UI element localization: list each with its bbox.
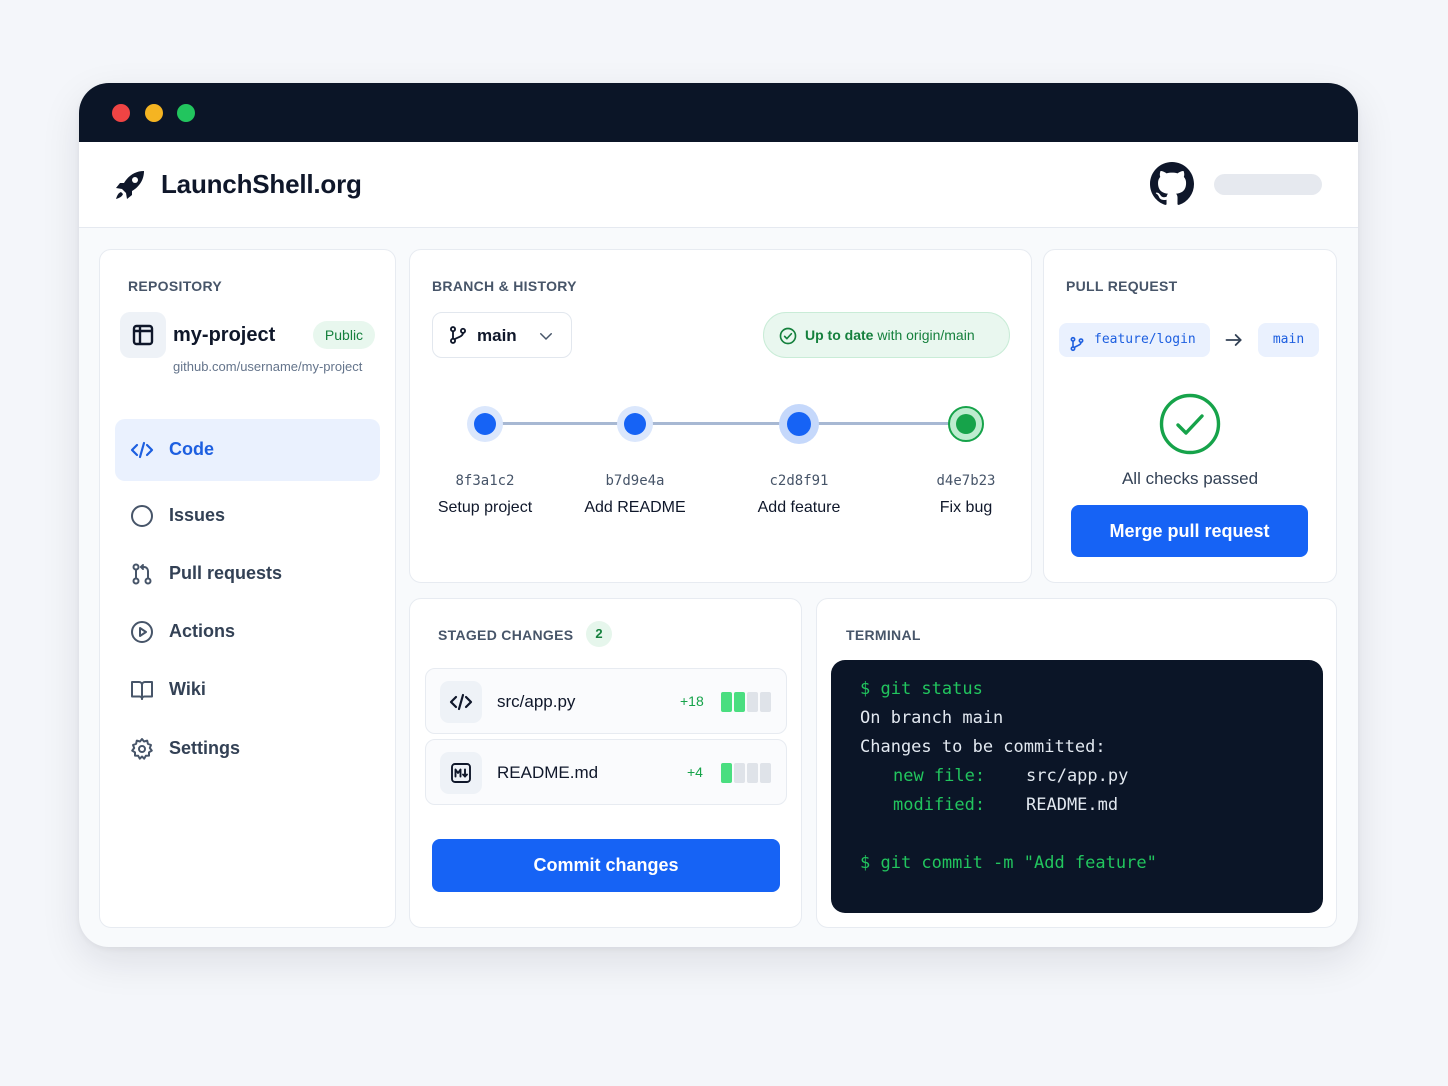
repository-url[interactable]: github.com/username/my-project (173, 359, 362, 374)
code-icon (130, 438, 154, 462)
commit-hash: 8f3a1c2 (455, 473, 515, 489)
diff-bar-added (721, 763, 732, 783)
gear-icon (130, 737, 154, 761)
staged-file-name: src/app.py (497, 692, 576, 711)
diff-bar-empty (747, 692, 758, 712)
staged-count-badge: 2 (586, 621, 612, 647)
close-window-button[interactable] (112, 104, 130, 122)
branch-section-label: BRANCH & HISTORY (432, 278, 577, 294)
staged-changes-panel: STAGED CHANGES 2 src/app.py +18 README.m… (409, 598, 802, 928)
commit-node-head[interactable] (948, 406, 984, 442)
sidebar-item-issues[interactable]: Issues (115, 485, 380, 547)
sidebar-item-label: Actions (169, 621, 236, 641)
diff-bar-empty (760, 692, 771, 712)
source-branch-chip[interactable]: feature/login (1059, 323, 1210, 357)
repository-panel: REPOSITORY my-project Public github.com/… (99, 249, 396, 928)
chevron-down-icon (537, 327, 555, 350)
terminal-file-path: README.md (1026, 795, 1119, 815)
play-circle-icon (130, 620, 154, 644)
staged-file-row[interactable]: src/app.py +18 (425, 668, 787, 734)
staged-file-delta: +4 (687, 764, 703, 780)
minimize-window-button[interactable] (145, 104, 163, 122)
staged-file-delta: +18 (680, 693, 704, 709)
pull-request-panel: PULL REQUEST feature/login main All chec… (1043, 249, 1337, 583)
sidebar-item-label: Pull requests (169, 563, 283, 583)
staged-file-name: README.md (497, 763, 599, 782)
maximize-window-button[interactable] (177, 104, 195, 122)
terminal-status-label: modified: (893, 795, 986, 815)
commit-message: Fix bug (939, 499, 993, 516)
commit-hash: b7d9e4a (605, 473, 665, 489)
sidebar-item-wiki[interactable]: Wiki (115, 659, 380, 721)
github-icon[interactable] (1150, 162, 1194, 206)
app-logo-text[interactable]: LaunchShell.org (161, 169, 362, 200)
top-bar: LaunchShell.org (79, 142, 1358, 228)
repository-name[interactable]: my-project (173, 324, 275, 347)
circle-icon (130, 504, 154, 528)
sync-status-badge: Up to date with origin/main (763, 312, 1010, 358)
staged-section-label: STAGED CHANGES (438, 627, 574, 643)
terminal-output[interactable]: $ git status On branch main Changes to b… (831, 660, 1323, 913)
visibility-badge: Public (313, 321, 375, 349)
branch-icon (448, 325, 468, 350)
sidebar-item-label: Settings (169, 738, 241, 758)
sidebar-item-label: Wiki (169, 679, 206, 699)
markdown-file-icon (440, 752, 482, 794)
commit-hash: c2d8f91 (769, 473, 829, 489)
diff-bar-empty (734, 763, 745, 783)
sync-status-text: Up to date with origin/main (805, 327, 975, 343)
branch-history-panel: BRANCH & HISTORY main Up to date with or… (409, 249, 1032, 583)
branch-icon (1069, 332, 1085, 366)
commit-changes-button[interactable]: Commit changes (432, 839, 780, 892)
sidebar-item-settings[interactable]: Settings (115, 718, 380, 780)
terminal-output-line: Changes to be committed: (860, 737, 1106, 757)
code-file-icon (440, 681, 482, 723)
target-branch-chip[interactable]: main (1258, 323, 1319, 357)
target-branch-name: main (1272, 332, 1305, 347)
sidebar-item-label: Issues (169, 505, 226, 525)
commit-node[interactable] (467, 406, 503, 442)
commit-node[interactable] (779, 404, 819, 444)
source-branch-name: feature/login (1094, 332, 1196, 347)
terminal-command: $ git commit -m "Add feature" (860, 853, 1157, 873)
sidebar-item-pull-requests[interactable]: Pull requests (115, 543, 380, 605)
app-window: LaunchShell.org REPOSITORY my-project Pu… (79, 83, 1358, 947)
current-branch: main (477, 326, 517, 345)
diff-bar-added (721, 692, 732, 712)
user-menu-placeholder[interactable] (1214, 174, 1322, 195)
pull-request-section-label: PULL REQUEST (1066, 278, 1178, 294)
terminal-panel: TERMINAL $ git status On branch main Cha… (816, 598, 1337, 928)
commit-message: Add README (584, 499, 686, 516)
staged-file-row[interactable]: README.md +4 (425, 739, 787, 805)
repository-icon (120, 312, 166, 358)
terminal-output-line: On branch main (860, 708, 1004, 728)
terminal-status-label: new file: (893, 766, 986, 786)
terminal-command: $ git status (860, 679, 983, 699)
repository-section-label: REPOSITORY (128, 278, 223, 294)
diff-bar-empty (760, 763, 771, 783)
check-circle-icon (779, 327, 797, 350)
terminal-section-label: TERMINAL (846, 627, 921, 643)
merge-pull-request-button[interactable]: Merge pull request (1071, 505, 1308, 557)
commit-node[interactable] (617, 406, 653, 442)
terminal-file-path: src/app.py (1026, 766, 1129, 786)
book-icon (130, 678, 154, 702)
sidebar-item-label: Code (169, 439, 214, 459)
sidebar-item-code[interactable]: Code (115, 419, 380, 481)
checks-status-text: All checks passed (1121, 469, 1259, 488)
sidebar-item-actions[interactable]: Actions (115, 601, 380, 663)
diff-bar-empty (747, 763, 758, 783)
arrow-right-icon (1224, 330, 1244, 355)
commit-timeline-line (485, 422, 967, 425)
commit-message: Setup project (437, 499, 533, 516)
commit-hash: d4e7b23 (936, 473, 996, 489)
diff-bar-added (734, 692, 745, 712)
commit-message: Add feature (757, 499, 841, 516)
pull-request-icon (130, 562, 154, 586)
rocket-icon (113, 168, 147, 202)
branch-select[interactable]: main (432, 312, 572, 358)
check-circle-icon (1159, 393, 1221, 455)
title-bar (79, 83, 1358, 142)
